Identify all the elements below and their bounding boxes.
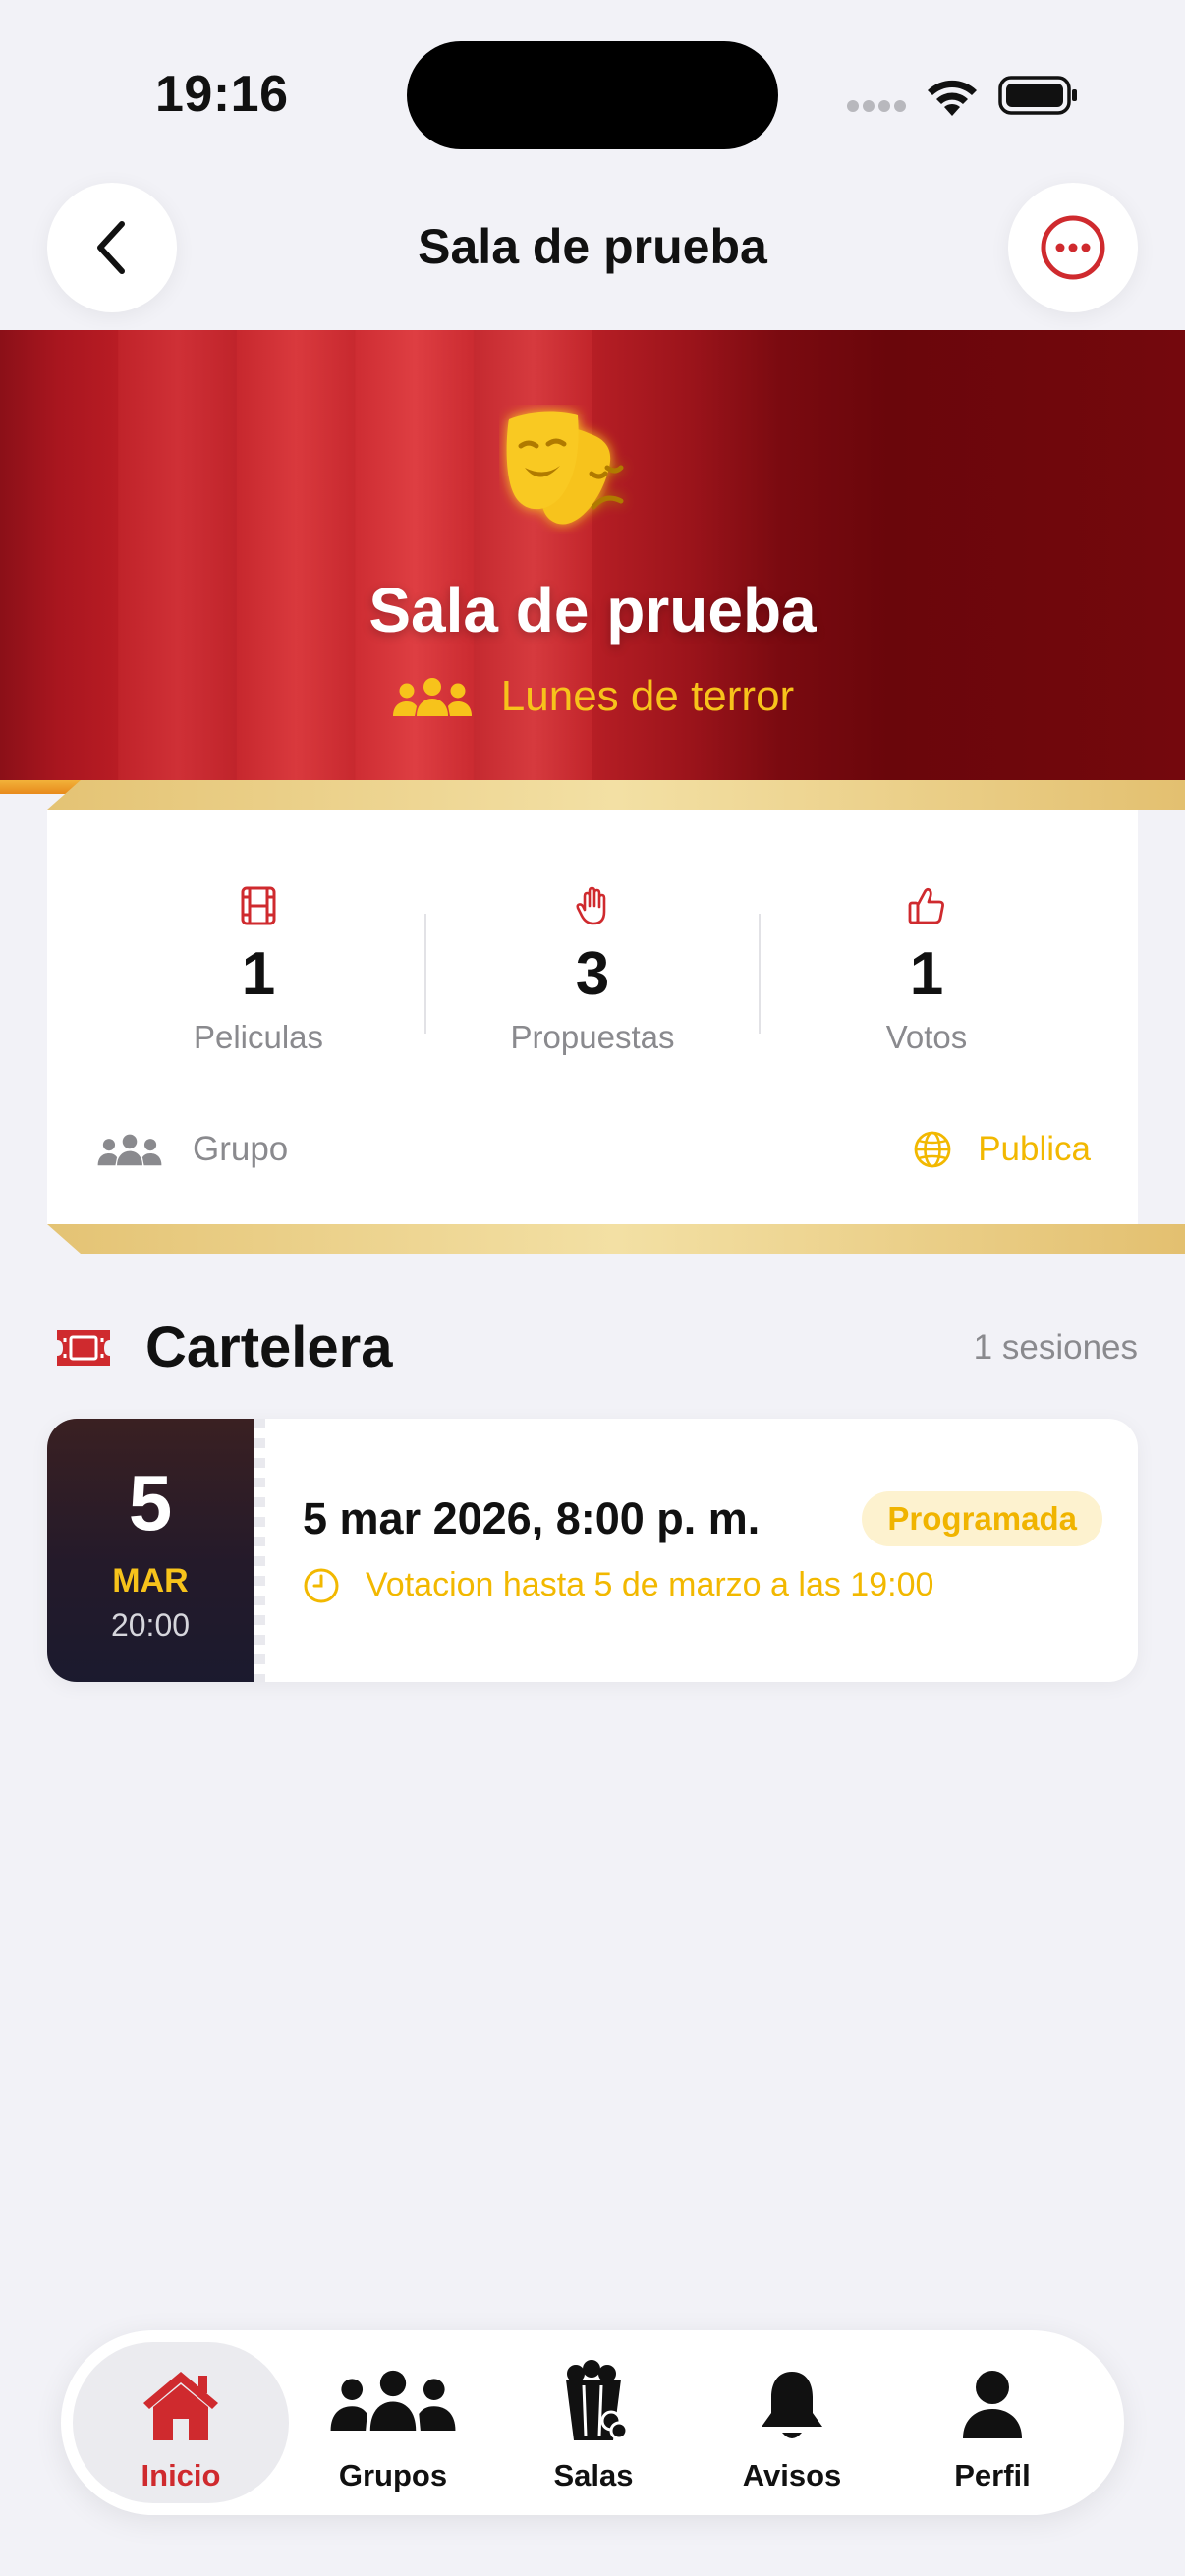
card-gold-band-bottom: [47, 1224, 1185, 1254]
film-icon: [241, 886, 276, 925]
person-icon: [963, 2371, 1022, 2438]
room-type: Grupo: [96, 1130, 288, 1169]
tab-grupos[interactable]: Grupos: [285, 2342, 501, 2503]
home-icon: [143, 2372, 218, 2440]
thumbs-up-icon: [908, 887, 944, 924]
dynamic-island: [407, 41, 778, 149]
stats-card: 1 Peliculas 3 Propuestas 1 Votos Grupo P…: [47, 810, 1138, 1224]
people-icon: [97, 1134, 162, 1166]
tab-label: Inicio: [141, 2458, 221, 2492]
bell-icon: [762, 2372, 822, 2438]
room-hero-banner: Sala de prueba Lunes de terror: [0, 330, 1185, 794]
chevron-left-icon: [97, 221, 125, 274]
tab-label: Avisos: [742, 2458, 842, 2492]
stat-value: 3: [575, 940, 610, 1008]
voting-deadline-label: Votacion hasta 5 de marzo a las 19:00: [366, 1566, 934, 1603]
stat-label: Propuestas: [510, 1019, 675, 1055]
ellipsis-circle-icon: [1041, 215, 1105, 280]
page-title: Sala de prueba: [418, 219, 767, 274]
session-datetime: 5 mar 2026, 8:00 p. m.: [303, 1493, 761, 1543]
ticket-perforation: [254, 1419, 265, 1682]
globe-icon: [914, 1131, 951, 1168]
voting-deadline: Votacion hasta 5 de marzo a las 19:00: [303, 1566, 933, 1604]
session-card[interactable]: 5 MAR 20:00 5 mar 2026, 8:00 p. m. Progr…: [47, 1419, 1138, 1682]
stat-movies: 1 Peliculas: [96, 884, 421, 1056]
room-title: Sala de prueba: [368, 575, 817, 645]
session-day: 5: [128, 1459, 173, 1546]
more-options-button[interactable]: [1008, 183, 1138, 312]
sessions-count: 1 sesiones: [973, 1328, 1138, 1367]
status-time: 19:16: [155, 66, 289, 123]
stat-votes: 1 Votos: [764, 884, 1089, 1056]
session-month: MAR: [112, 1562, 189, 1599]
battery-icon: [998, 76, 1077, 115]
clock-icon: [304, 1568, 339, 1602]
status-badge: Programada: [862, 1491, 1102, 1546]
tab-salas[interactable]: Salas: [485, 2342, 702, 2503]
stat-value: 1: [909, 940, 944, 1008]
tab-label: Grupos: [338, 2458, 448, 2492]
card-gold-band-top: [47, 780, 1185, 810]
popcorn-icon: [566, 2360, 629, 2440]
ticket-icon: [57, 1330, 110, 1366]
hand-raised-icon: [576, 886, 606, 925]
wifi-icon: [928, 80, 977, 116]
tab-avisos[interactable]: Avisos: [684, 2342, 900, 2503]
stat-divider: [424, 914, 426, 1034]
tab-bar: Inicio Grupos Salas Avisos Perfil: [61, 2330, 1124, 2515]
session-time: 20:00: [110, 1607, 191, 1643]
cartelera-header: Cartelera 1 sesiones: [53, 1313, 1138, 1381]
tab-inicio[interactable]: Inicio: [73, 2342, 289, 2503]
cellular-signal-icon: [847, 100, 908, 118]
stat-value: 1: [241, 940, 276, 1008]
people-icon: [330, 2370, 456, 2431]
stat-label: Votos: [885, 1019, 968, 1055]
stat-label: Peliculas: [193, 1019, 324, 1055]
status-bar: 19:16: [0, 0, 1185, 157]
group-name: Lunes de terror: [500, 672, 795, 720]
room-visibility: Publica: [913, 1130, 1091, 1169]
stat-divider: [759, 914, 761, 1034]
back-button[interactable]: [47, 183, 177, 312]
stat-proposals: 3 Propuestas: [430, 884, 755, 1056]
session-date-block: 5 MAR 20:00: [47, 1419, 254, 1682]
tab-label: Salas: [553, 2458, 634, 2492]
section-title: Cartelera: [145, 1316, 393, 1379]
tab-label: Perfil: [954, 2458, 1031, 2492]
people-icon: [392, 678, 472, 716]
theater-masks-icon: [506, 411, 624, 525]
group-link[interactable]: Lunes de terror: [0, 672, 1185, 721]
room-visibility-label: Publica: [978, 1130, 1091, 1168]
tab-perfil[interactable]: Perfil: [884, 2342, 1100, 2503]
room-type-label: Grupo: [193, 1130, 289, 1168]
